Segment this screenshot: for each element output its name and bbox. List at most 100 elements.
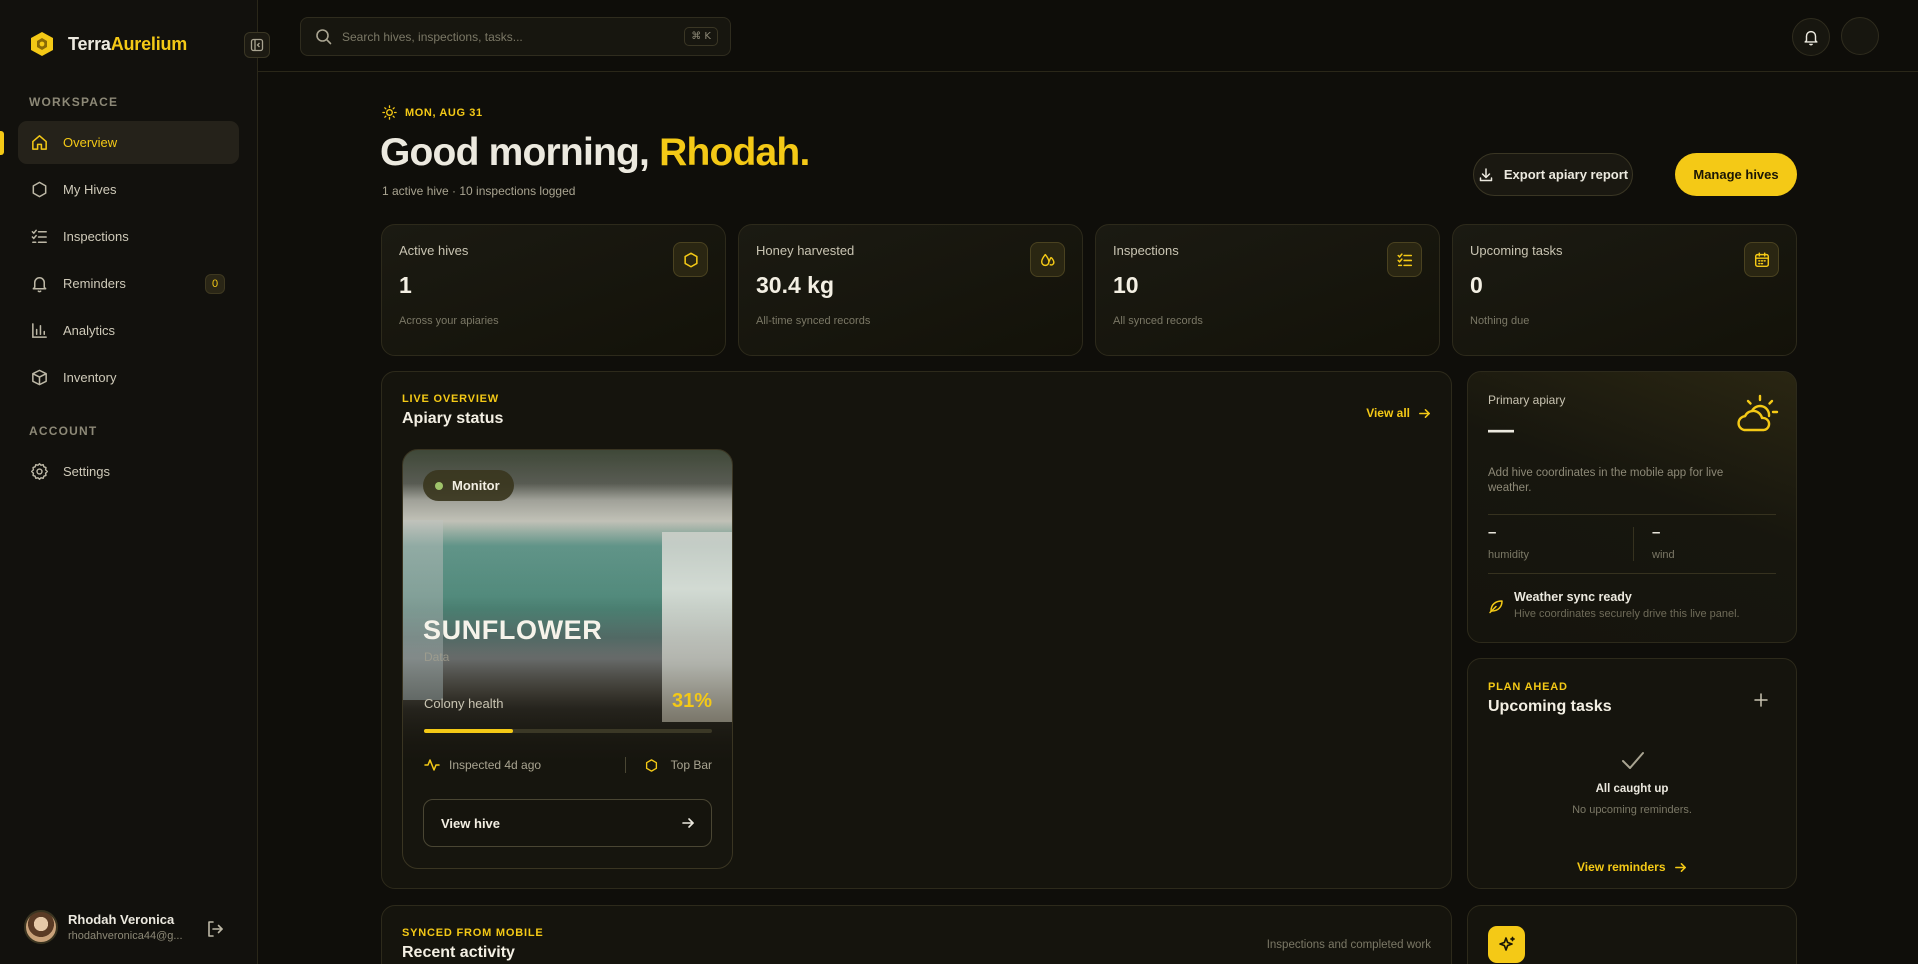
stat-subtitle: All synced records (1113, 315, 1203, 327)
box-icon (32, 369, 47, 386)
arrow-right-icon (1419, 408, 1430, 418)
hive-photo-left (403, 520, 443, 700)
hexagon-icon (645, 758, 657, 772)
notifications-button[interactable] (1792, 18, 1830, 56)
app-root: TerraAurelium WORKSPACE Overview My Hive… (0, 0, 1918, 964)
activity-eyebrow: SYNCED FROM MOBILE (402, 927, 544, 939)
recent-activity-panel: SYNCED FROM MOBILE Recent activity Inspe… (381, 905, 1452, 964)
weather-note: Add hive coordinates in the mobile app f… (1488, 467, 1724, 494)
humidity-label: humidity (1488, 549, 1529, 561)
drops-icon (1040, 253, 1055, 266)
search-input[interactable]: Search hives, inspections, tasks... ⌘ K (300, 17, 731, 56)
checklist-icon (31, 229, 47, 243)
sidebar-collapse-icon (250, 38, 264, 52)
checkmark-icon (1622, 752, 1644, 769)
collapse-sidebar-button[interactable] (244, 32, 270, 58)
sidebar-item-inventory[interactable]: Inventory (18, 356, 239, 399)
sidebar-item-label: Analytics (63, 323, 116, 338)
stat-value: 10 (1113, 272, 1139, 298)
sparkle-icon-box[interactable] (1488, 926, 1525, 963)
brand[interactable]: TerraAurelium (28, 30, 187, 58)
stat-subtitle: Across your apiaries (399, 315, 499, 327)
sidebar-item-label: Settings (63, 464, 110, 479)
active-indicator (0, 131, 4, 155)
last-inspected-text: Inspected 4d ago (449, 758, 542, 772)
weather-panel: Primary apiary — Add hive coordinates in… (1467, 371, 1797, 643)
bell-icon (32, 277, 47, 293)
status-dot (435, 481, 443, 490)
sidebar-item-settings[interactable]: Settings (18, 450, 239, 493)
stat-card-inspections: Inspections 10 All synced records (1095, 224, 1440, 356)
colony-health-bar (424, 729, 712, 733)
weather-label: Primary apiary (1488, 393, 1566, 407)
gear-icon (30, 462, 49, 481)
weather-value: — (1488, 414, 1514, 444)
search-shortcut-hint: ⌘ K (684, 27, 718, 46)
arrow-right-icon (1674, 862, 1686, 872)
user-email: rhodahveronica44@g... (68, 930, 183, 942)
stat-value: 30.4 kg (756, 272, 834, 298)
page-subtitle: 1 active hive · 10 inspections logged (382, 184, 576, 198)
colony-health-label: Colony health (424, 696, 504, 711)
bar-chart-icon (32, 323, 47, 338)
status-label: Monitor (452, 478, 500, 493)
stat-title: Honey harvested (756, 243, 855, 258)
download-icon (1479, 167, 1493, 181)
sidebar-item-label: Inventory (63, 370, 117, 385)
colony-health-fill (424, 729, 514, 733)
topbar: Search hives, inspections, tasks... ⌘ K (258, 0, 1918, 72)
hexagon-icon (32, 181, 47, 198)
sidebar-item-label: Overview (63, 135, 118, 150)
date-text: MON, AUG 31 (405, 106, 483, 119)
wind-label: wind (1652, 549, 1675, 561)
sidebar-item-inspections[interactable]: Inspections (18, 215, 239, 258)
sidebar-item-overview[interactable]: Overview (18, 121, 239, 164)
profile-avatar-button[interactable] (1841, 17, 1879, 55)
activity-note: Inspections and completed work (1266, 939, 1431, 951)
upcoming-tasks-panel: PLAN AHEAD Upcoming tasks All caught up … (1467, 658, 1797, 889)
stat-subtitle: All-time synced records (756, 315, 871, 327)
divider (1633, 527, 1634, 561)
tasks-title: Upcoming tasks (1488, 698, 1612, 715)
meta-divider (624, 757, 626, 773)
view-all-link[interactable]: View all (1366, 406, 1431, 420)
hexagon-icon (683, 251, 698, 268)
status-badge: Monitor (423, 470, 514, 501)
view-hive-button[interactable]: View hive (423, 799, 712, 847)
logout-icon[interactable] (204, 918, 226, 940)
sidebar-item-my-hives[interactable]: My Hives (18, 168, 239, 211)
stat-icon-box (1744, 242, 1779, 277)
wind-value: – (1652, 524, 1661, 541)
view-hive-label: View hive (441, 815, 501, 831)
stat-title: Upcoming tasks (1470, 243, 1563, 258)
stat-card-active-hives: Active hives 1 Across your apiaries (381, 224, 726, 356)
apiary-status-panel: LIVE OVERVIEW Apiary status View all Mon… (381, 371, 1452, 889)
user-profile[interactable]: Rhodah Veronica rhodahveronica44@g... (24, 910, 183, 944)
sun-icon (382, 105, 397, 120)
account-section-label: ACCOUNT (29, 424, 98, 438)
hive-name: SUNFLOWER (423, 615, 603, 645)
partly-sunny-icon (1737, 394, 1779, 432)
manage-hives-button[interactable]: Manage hives (1675, 153, 1797, 196)
hive-type-text: Top Bar (670, 758, 712, 772)
date-label: MON, AUG 31 (382, 105, 483, 120)
sidebar-item-reminders[interactable]: Reminders 0 (18, 262, 239, 305)
sidebar: TerraAurelium WORKSPACE Overview My Hive… (0, 0, 270, 964)
view-reminders-link[interactable]: View reminders (1577, 860, 1687, 874)
stat-icon-box (1387, 242, 1422, 277)
plus-icon[interactable] (1754, 693, 1768, 707)
hive-card[interactable]: Monitor SUNFLOWER Data Colony health 31%… (402, 449, 733, 869)
weather-sync-title: Weather sync ready (1514, 590, 1632, 604)
leaf-icon (1489, 600, 1503, 614)
hive-meta-row: Inspected 4d ago Top Bar (424, 757, 712, 773)
arrow-right-icon (682, 818, 694, 828)
search-icon (316, 29, 332, 45)
sidebar-item-analytics[interactable]: Analytics (18, 309, 239, 352)
stat-card-upcoming-tasks: Upcoming tasks 0 Nothing due (1452, 224, 1797, 356)
stat-value: 0 (1470, 272, 1483, 298)
search-placeholder: Search hives, inspections, tasks... (342, 29, 523, 44)
insights-panel (1467, 905, 1797, 964)
hive-subtitle: Data (424, 650, 450, 664)
export-report-label: Export apiary report (1503, 167, 1629, 182)
export-report-button[interactable]: Export apiary report (1473, 153, 1633, 196)
